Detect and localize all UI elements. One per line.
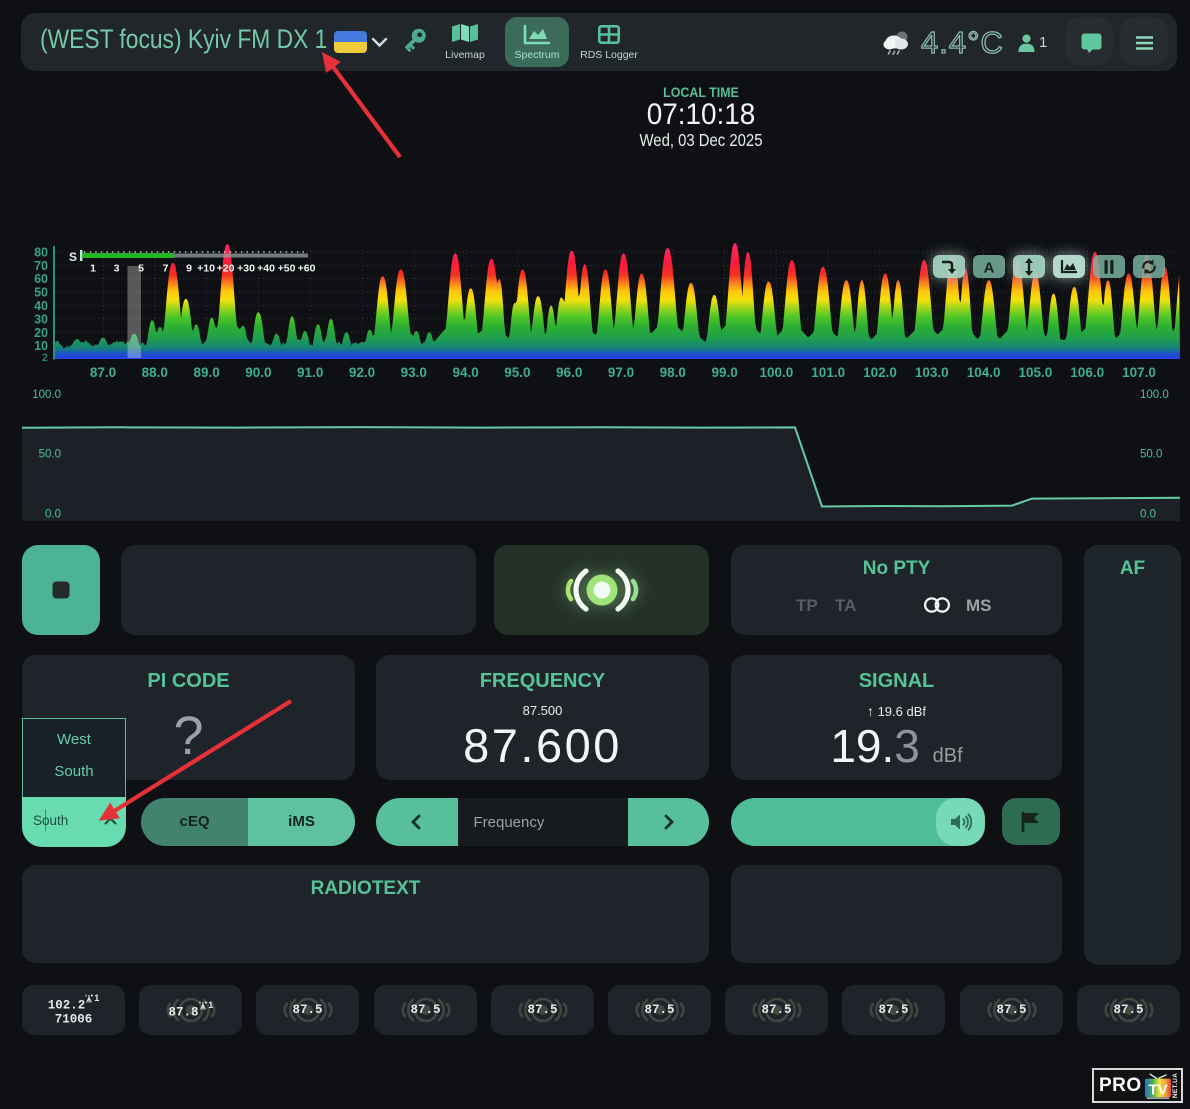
svg-text:+40: +40 bbox=[257, 263, 275, 275]
svg-text:50.0: 50.0 bbox=[39, 449, 61, 461]
svg-text:102.0: 102.0 bbox=[863, 365, 897, 380]
svg-text:104.0: 104.0 bbox=[967, 365, 1001, 380]
svg-text:100.0: 100.0 bbox=[1140, 389, 1169, 401]
svg-text:60: 60 bbox=[34, 272, 48, 286]
svg-text:3: 3 bbox=[114, 263, 120, 275]
svg-text:7: 7 bbox=[163, 263, 169, 275]
svg-text:TV: TV bbox=[1148, 1081, 1167, 1098]
svg-text:50.0: 50.0 bbox=[1140, 449, 1162, 461]
svg-text:40: 40 bbox=[34, 299, 48, 313]
svg-text:A: A bbox=[984, 259, 995, 275]
svg-text:+50: +50 bbox=[278, 263, 296, 275]
svg-text:+20: +20 bbox=[217, 263, 235, 275]
svg-text:30: 30 bbox=[34, 312, 48, 326]
svg-text:100.0: 100.0 bbox=[760, 365, 794, 380]
svg-text:93.0: 93.0 bbox=[401, 365, 427, 380]
svg-text:100.0: 100.0 bbox=[32, 389, 61, 401]
svg-text:5: 5 bbox=[138, 263, 144, 275]
svg-text:+30: +30 bbox=[237, 263, 255, 275]
svg-text:+10: +10 bbox=[197, 263, 215, 275]
svg-text:87.0: 87.0 bbox=[90, 365, 116, 380]
svg-text:94.0: 94.0 bbox=[452, 365, 478, 380]
svg-text:98.0: 98.0 bbox=[660, 365, 686, 380]
svg-text:20: 20 bbox=[34, 326, 48, 340]
svg-text:50: 50 bbox=[34, 286, 48, 300]
svg-text:95.0: 95.0 bbox=[504, 365, 530, 380]
svg-text:S: S bbox=[69, 250, 77, 264]
svg-text:99.0: 99.0 bbox=[711, 365, 737, 380]
svg-text:96.0: 96.0 bbox=[556, 365, 582, 380]
svg-text:107.0: 107.0 bbox=[1122, 365, 1156, 380]
svg-text:103.0: 103.0 bbox=[915, 365, 949, 380]
svg-text:+60: +60 bbox=[298, 263, 316, 275]
svg-text:1: 1 bbox=[90, 263, 96, 275]
svg-text:70: 70 bbox=[34, 259, 48, 273]
svg-text:1: 1 bbox=[208, 1001, 213, 1011]
svg-text:1: 1 bbox=[94, 994, 99, 1004]
svg-text:91.0: 91.0 bbox=[297, 365, 323, 380]
svg-text:88.0: 88.0 bbox=[142, 365, 168, 380]
svg-text:0.0: 0.0 bbox=[45, 509, 61, 521]
svg-text:80: 80 bbox=[34, 246, 48, 260]
svg-text:89.0: 89.0 bbox=[193, 365, 219, 380]
svg-text:0.0: 0.0 bbox=[1140, 509, 1156, 521]
svg-text:105.0: 105.0 bbox=[1019, 365, 1053, 380]
svg-text:92.0: 92.0 bbox=[349, 365, 375, 380]
svg-text:2: 2 bbox=[42, 352, 48, 364]
svg-text:106.0: 106.0 bbox=[1070, 365, 1104, 380]
svg-text:90.0: 90.0 bbox=[245, 365, 271, 380]
svg-text:9: 9 bbox=[186, 263, 192, 275]
svg-text:97.0: 97.0 bbox=[608, 365, 634, 380]
svg-text:101.0: 101.0 bbox=[811, 365, 845, 380]
